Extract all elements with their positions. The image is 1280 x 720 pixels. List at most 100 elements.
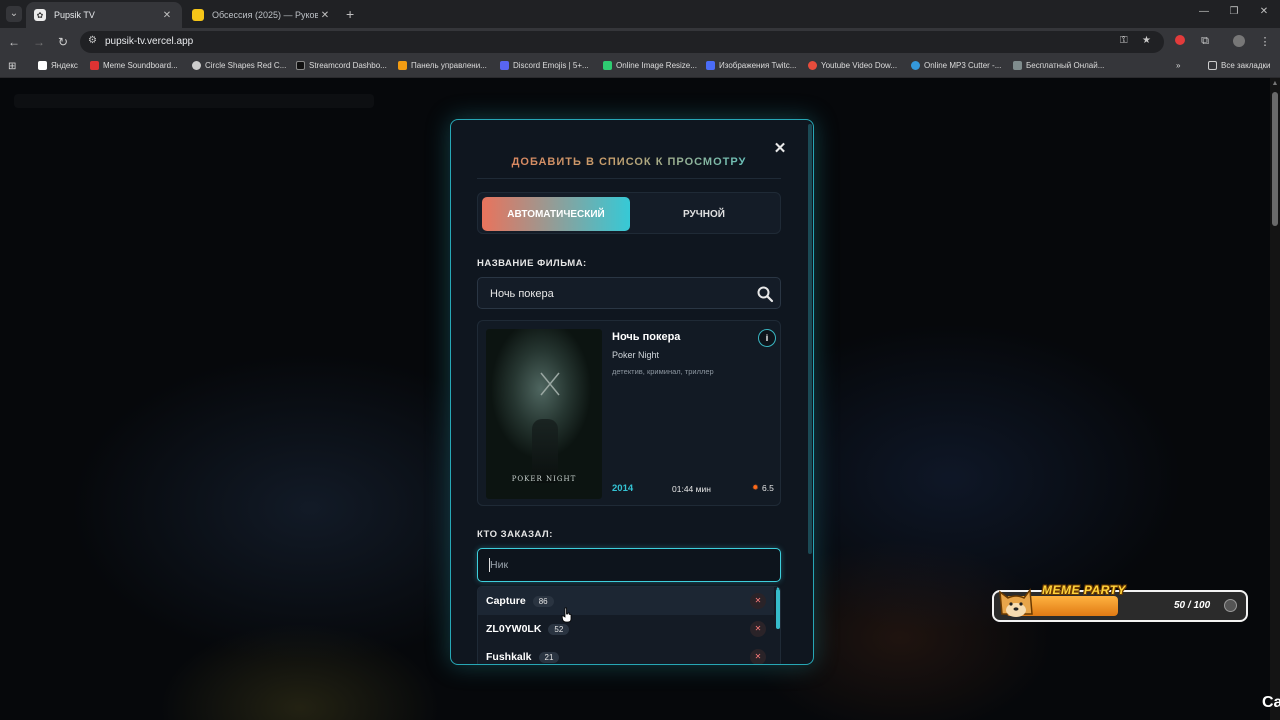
bookmark-item[interactable]: Youtube Video Dow... xyxy=(808,61,897,70)
info-icon[interactable]: i xyxy=(758,329,776,347)
title-divider xyxy=(477,178,781,179)
twitch-favicon-icon xyxy=(706,61,715,70)
tab-close-icon[interactable]: ✕ xyxy=(318,10,332,21)
film-search-value: Ночь покера xyxy=(490,288,554,300)
minimize-icon[interactable]: — xyxy=(1194,6,1214,17)
bookmark-star-icon[interactable]: ★ xyxy=(1142,35,1151,46)
apps-grid-icon[interactable]: ⊞ xyxy=(8,61,16,72)
tab-obsession[interactable]: Обсессия (2025) — Руководств ✕ xyxy=(184,2,340,28)
browser-tab-strip: ⌄ ✿ Pupsik TV ✕ Обсессия (2025) — Руково… xyxy=(0,0,1280,28)
movie-rating-value: 6.5 xyxy=(762,483,774,493)
extension-red-icon[interactable] xyxy=(1172,35,1188,48)
bookmark-item[interactable]: Панель управлени... xyxy=(398,61,487,70)
poster-figure xyxy=(532,419,558,483)
modal-scrollbar[interactable] xyxy=(808,124,812,554)
address-url: pupsik-tv.vercel.app xyxy=(105,36,194,47)
corner-overlay-text: Ca xyxy=(1262,694,1280,711)
movie-genres: детектив, криминал, триллер xyxy=(612,367,714,376)
kinopoisk-rating-icon: ✹ xyxy=(752,483,759,492)
movie-poster: POKER NIGHT xyxy=(486,329,602,499)
scroll-up-arrow-icon[interactable]: ▲ xyxy=(1270,80,1280,87)
suggestion-count-badge: 21 xyxy=(538,651,560,663)
suggestion-item[interactable]: Capture 86 ✕ xyxy=(478,587,774,615)
online-favicon-icon xyxy=(1013,61,1022,70)
back-icon[interactable]: ← xyxy=(6,34,22,50)
site-info-icon[interactable]: ⚙ xyxy=(88,35,97,46)
suggestions-scrollbar[interactable] xyxy=(776,589,780,629)
bookmarks-bar: ⊞ Яндекс Meme Soundboard... Circle Shape… xyxy=(0,56,1280,78)
bookmark-item[interactable]: Discord Emojis | 5+... xyxy=(500,61,589,70)
mode-auto-button[interactable]: АВТОМАТИЧЕСКИЙ xyxy=(482,197,630,231)
tab-search-icon[interactable]: ⌄ xyxy=(6,6,22,22)
meme-favicon-icon xyxy=(90,61,99,70)
movie-title: Ночь покера xyxy=(612,331,681,343)
meme-party-widget: MEME PARTY 50 / 100 xyxy=(992,583,1248,622)
bookmark-item[interactable]: Circle Shapes Red C... xyxy=(192,61,286,70)
folder-icon xyxy=(1208,61,1217,70)
bookmark-item[interactable]: Яндекс xyxy=(38,61,78,70)
suggestion-name: Capture xyxy=(486,595,526,607)
doge-icon xyxy=(999,587,1033,617)
movie-duration: 01:44 мин xyxy=(672,484,711,494)
meme-party-title: MEME PARTY xyxy=(1042,583,1126,597)
suggestion-item[interactable]: Fushkalk 21 ✕ xyxy=(478,643,774,664)
coin-icon xyxy=(1224,599,1237,612)
movie-result-card[interactable]: POKER NIGHT Ночь покера Poker Night дете… xyxy=(477,320,781,506)
browser-menu-icon[interactable]: ⋮ xyxy=(1257,35,1273,48)
tab-title: Pupsik TV xyxy=(54,10,95,20)
page-scrollbar-thumb[interactable] xyxy=(1272,92,1278,226)
bookmark-item[interactable]: Online MP3 Cutter -... xyxy=(911,61,1001,70)
movie-year: 2014 xyxy=(612,483,634,494)
tab-close-icon[interactable]: ✕ xyxy=(160,10,174,21)
mode-switch: АВТОМАТИЧЕСКИЙ РУЧНОЙ xyxy=(477,192,781,234)
remove-suggestion-icon[interactable]: ✕ xyxy=(750,621,766,637)
window-close-icon[interactable]: ✕ xyxy=(1254,6,1274,17)
address-bar[interactable]: ⚙ pupsik-tv.vercel.app ⚿ ★ xyxy=(80,31,1164,53)
modal-title: ДОБАВИТЬ В СПИСОК К ПРОСМОТРУ xyxy=(451,156,807,168)
remove-suggestion-icon[interactable]: ✕ xyxy=(750,649,766,664)
suggestion-name: Fushkalk xyxy=(486,651,532,663)
suggestion-count-badge: 86 xyxy=(532,595,554,607)
browser-toolbar: ← → ↻ ⚙ pupsik-tv.vercel.app ⚿ ★ ⧉ ⋮ xyxy=(0,28,1280,56)
movie-original-title: Poker Night xyxy=(612,350,660,360)
resize-favicon-icon xyxy=(603,61,612,70)
film-search-input[interactable]: Ночь покера xyxy=(477,277,781,309)
bookmark-item[interactable]: Online Image Resize... xyxy=(603,61,697,70)
poster-title: POKER NIGHT xyxy=(511,475,577,483)
youtube-dl-favicon-icon xyxy=(808,61,817,70)
forward-icon[interactable]: → xyxy=(31,34,47,50)
bookmark-item[interactable]: Meme Soundboard... xyxy=(90,61,178,70)
suggestion-name: ZL0YW0LK xyxy=(486,623,542,635)
bookmark-item[interactable]: Изображения Twitc... xyxy=(706,61,796,70)
yandex-favicon-icon xyxy=(38,61,47,70)
nick-placeholder: Ник xyxy=(490,559,509,571)
password-key-icon[interactable]: ⚿ xyxy=(1120,35,1128,46)
tab-title: Обсессия (2025) — Руководств xyxy=(212,10,318,20)
poster-x-mark-icon xyxy=(540,372,560,396)
movie-rating: ✹ 6.5 xyxy=(752,483,774,493)
add-to-watchlist-modal: ✕ ДОБАВИТЬ В СПИСОК К ПРОСМОТРУ АВТОМАТИ… xyxy=(450,119,814,665)
bookmarks-overflow-icon[interactable]: » xyxy=(1176,61,1180,70)
suggestion-item[interactable]: ZL0YW0LK 52 ✕ xyxy=(478,615,774,643)
bookmark-item[interactable]: Бесплатный Онлай... xyxy=(1013,61,1104,70)
bookmark-item[interactable]: Streamcord Dashbo... xyxy=(296,61,387,70)
streamcord-favicon-icon xyxy=(296,61,305,70)
suggestion-count-badge: 52 xyxy=(548,623,570,635)
restore-icon[interactable]: ❐ xyxy=(1224,6,1244,17)
new-tab-icon[interactable]: + xyxy=(346,6,354,22)
blurred-site-nav xyxy=(14,94,374,108)
mode-manual-button[interactable]: РУЧНОЙ xyxy=(630,197,778,231)
meme-progress-count: 50 / 100 xyxy=(1174,600,1211,611)
tab-pupsik-tv[interactable]: ✿ Pupsik TV ✕ xyxy=(26,2,182,28)
search-icon[interactable] xyxy=(756,285,774,303)
page-scrollbar[interactable]: ▲ xyxy=(1270,78,1280,720)
circle-favicon-icon xyxy=(192,61,201,70)
nick-input[interactable]: Ник xyxy=(477,548,781,582)
discord-favicon-icon xyxy=(500,61,509,70)
reload-icon[interactable]: ↻ xyxy=(55,34,71,50)
panel-favicon-icon xyxy=(398,61,407,70)
all-bookmarks-folder[interactable]: Все закладки xyxy=(1208,61,1270,70)
profile-avatar[interactable] xyxy=(1231,35,1247,50)
remove-suggestion-icon[interactable]: ✕ xyxy=(750,593,766,609)
extensions-puzzle-icon[interactable]: ⧉ xyxy=(1197,35,1213,48)
